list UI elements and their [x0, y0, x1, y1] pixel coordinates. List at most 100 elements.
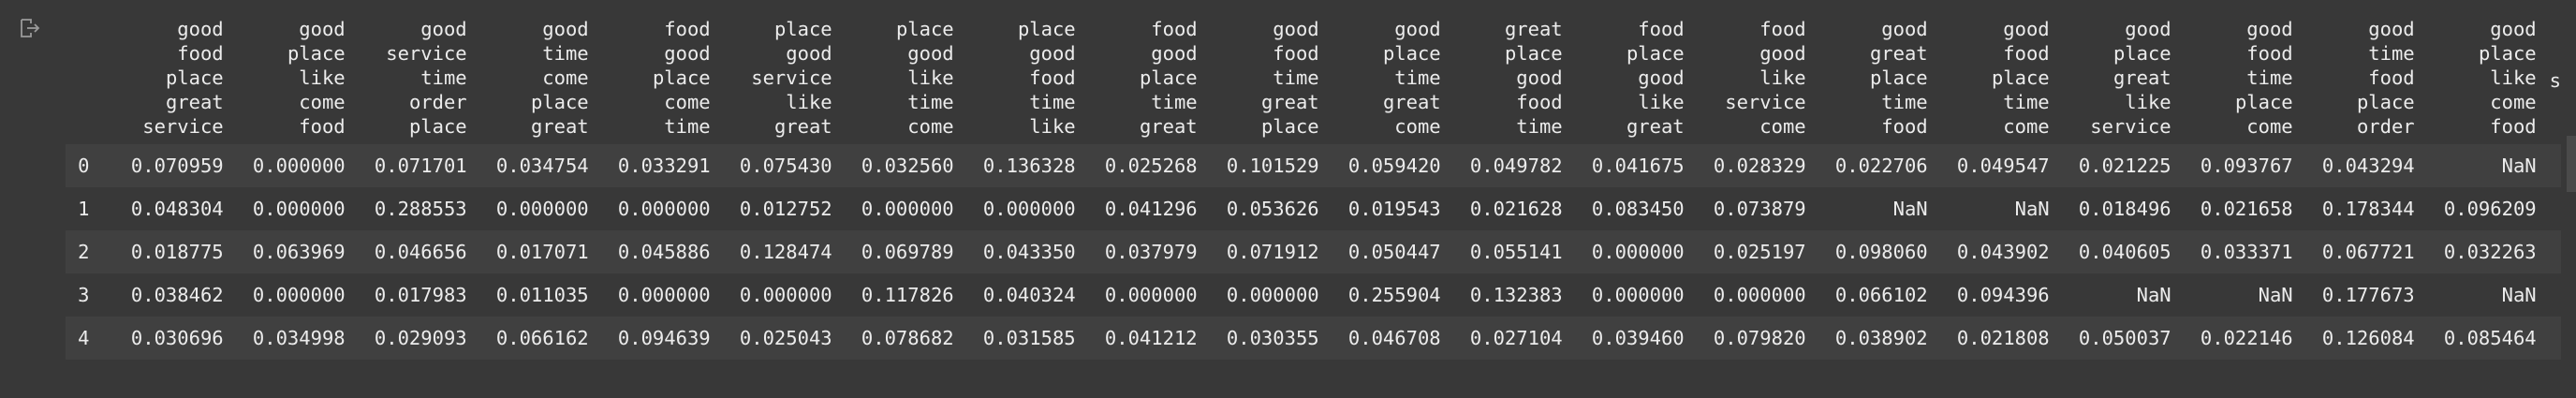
column-header-word: service — [2090, 115, 2171, 138]
table-cell: 0.021225 — [2078, 155, 2171, 177]
table-cell: 0.018775 — [130, 241, 224, 263]
table-row: 1 0.048304 0.000000 0.288553 0.000000 0.00000… — [66, 187, 2561, 230]
table-cell: 0.017071 — [495, 241, 589, 263]
table-cell: 0.066162 — [495, 327, 589, 349]
column-header-word: time — [2003, 91, 2050, 113]
column-header-word: come — [2003, 115, 2050, 138]
table-cell: 0.041296 — [1104, 198, 1198, 220]
table-cell: 0.030355 — [1226, 327, 1319, 349]
table-cell: 0.096209 — [2443, 198, 2537, 220]
table-cell: 0.043902 — [1956, 241, 2050, 263]
table-cell: 0.094396 — [1956, 284, 2050, 306]
column-header-word: come — [907, 115, 954, 138]
column-header-word: like — [1638, 91, 1685, 113]
column-header-word: time — [1881, 91, 1928, 113]
truncated-cell — [2537, 144, 2561, 187]
table-cell: 0.117826 — [861, 284, 954, 306]
output-redirect-icon[interactable] — [19, 17, 41, 39]
row-index: 2 — [78, 241, 90, 263]
column-header-word: food — [1638, 18, 1685, 40]
vertical-scrollbar[interactable] — [2567, 136, 2576, 192]
column-header-word: time — [2368, 42, 2415, 65]
column-header-word: come — [299, 91, 346, 113]
truncated-cell — [2537, 230, 2561, 273]
row-index: 3 — [78, 284, 90, 306]
table-cell: 0.034998 — [252, 327, 346, 349]
table-cell: 0.022706 — [1834, 155, 1928, 177]
column-header-word: food — [299, 115, 346, 138]
dataframe-table: good food place great service good place like co… — [66, 17, 2561, 360]
table-cell: 0.018496 — [2078, 198, 2171, 220]
table-row: 0 0.070959 0.000000 0.071701 0.034754 0.03329… — [66, 144, 2561, 187]
column-header-word: good — [2368, 18, 2415, 40]
table-cell: 0.032263 — [2443, 241, 2537, 263]
table-body: 0 0.070959 0.000000 0.071701 0.034754 0.03329… — [66, 144, 2561, 360]
table-cell: 0.178344 — [2321, 198, 2415, 220]
table-cell: 0.030696 — [130, 327, 224, 349]
table-cell: 0.025043 — [739, 327, 832, 349]
table-cell: 0.055141 — [1469, 241, 1563, 263]
dataframe-output: good food place great service good place like co… — [66, 17, 2561, 387]
table-cell: 0.000000 — [739, 284, 832, 306]
column-header-word: place — [1382, 42, 1441, 65]
column-header-word: good — [1759, 42, 1806, 65]
column-header: good place like come food — [2415, 17, 2537, 144]
column-header-word: good — [299, 18, 346, 40]
table-cell: 0.041212 — [1104, 327, 1198, 349]
column-header-word: come — [2246, 115, 2293, 138]
table-cell: 0.085464 — [2443, 327, 2537, 349]
column-header-word: good — [1516, 66, 1563, 89]
table-cell: 0.028329 — [1713, 155, 1806, 177]
table-cell: 0.000000 — [252, 284, 346, 306]
table-cell: 0.000000 — [617, 284, 711, 306]
table-cell: 0.000000 — [1591, 241, 1685, 263]
column-header-word: great — [2112, 66, 2171, 89]
column-header-word: come — [542, 66, 589, 89]
table-cell: 0.000000 — [1226, 284, 1319, 306]
column-header-word: good — [664, 42, 711, 65]
truncated-column-header: s — [2549, 69, 2561, 92]
column-header-word: food — [664, 18, 711, 40]
column-header-word: place — [2478, 42, 2537, 65]
column-header-row: good food place great service good place like co… — [66, 17, 2561, 144]
table-cell: 0.177673 — [2321, 284, 2415, 306]
table-cell: 0.093767 — [2200, 155, 2293, 177]
table-cell: 0.000000 — [861, 198, 954, 220]
table-cell: 0.069789 — [861, 241, 954, 263]
table-cell: 0.038462 — [130, 284, 224, 306]
table-cell: 0.000000 — [495, 198, 589, 220]
column-header: great place good food time — [1441, 17, 1563, 144]
column-header: good food time place come — [2171, 17, 2293, 144]
column-header: good food place great service — [102, 17, 224, 144]
column-header-word: come — [1394, 115, 1441, 138]
column-header-word: service — [751, 66, 832, 89]
table-cell: 0.049782 — [1469, 155, 1563, 177]
column-header-word: good — [177, 18, 224, 40]
column-header-word: food — [1273, 42, 1319, 65]
column-header: good place time great come — [1319, 17, 1441, 144]
table-cell: 0.101529 — [1226, 155, 1319, 177]
column-header-word: great — [1260, 91, 1319, 113]
truncated-cell — [2537, 187, 2561, 230]
table-cell: NaN — [2014, 198, 2050, 220]
table-cell: 0.012752 — [739, 198, 832, 220]
table-row: 3 0.038462 0.000000 0.017983 0.011035 0.00000… — [66, 273, 2561, 317]
column-header-word: come — [1759, 115, 1806, 138]
table-cell: NaN — [2136, 284, 2171, 306]
column-header-word: good — [907, 42, 954, 65]
column-header-word: service — [142, 115, 224, 138]
column-header-word: come — [2490, 91, 2537, 113]
table-cell: 0.067721 — [2321, 241, 2415, 263]
table-cell: NaN — [2258, 284, 2293, 306]
column-header-word: good — [1273, 18, 1319, 40]
column-header-word: service — [1725, 91, 1806, 113]
column-header-word: time — [664, 115, 711, 138]
table-cell: 0.021628 — [1469, 198, 1563, 220]
table-cell: 0.071701 — [374, 155, 467, 177]
column-header-word: food — [2368, 66, 2415, 89]
column-header-word: good — [786, 42, 832, 65]
column-header-word: order — [408, 91, 467, 113]
column-header-word: place — [1504, 42, 1563, 65]
column-header-word: good — [1638, 66, 1685, 89]
column-header: place good service like great — [711, 17, 832, 144]
